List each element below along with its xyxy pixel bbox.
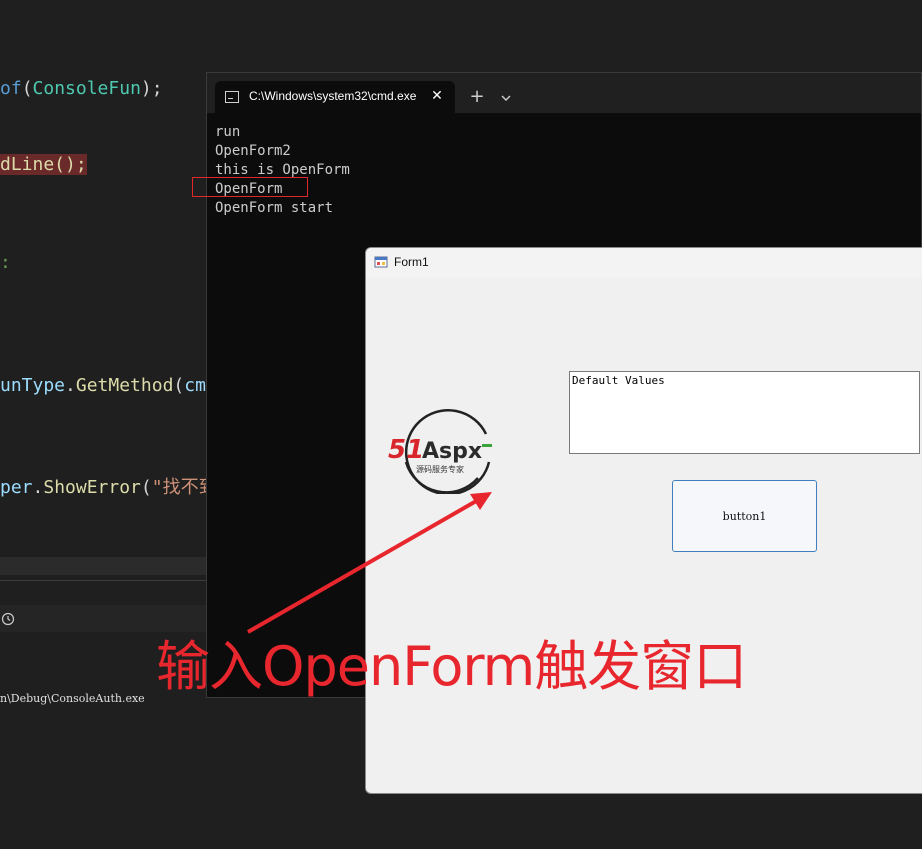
output-path-text: n\Debug\ConsoleAuth.exe xyxy=(0,692,145,705)
code-token: ConsoleFun xyxy=(32,78,141,99)
code-line-5: per.ShowError("找不到 xyxy=(0,473,217,499)
code-token: . xyxy=(32,477,44,498)
code-token: ( xyxy=(21,78,33,99)
chevron-down-icon[interactable] xyxy=(497,89,515,107)
code-token: ( xyxy=(140,477,152,498)
default-values-textbox[interactable]: Default Values xyxy=(569,371,920,454)
close-tab-icon[interactable]: ✕ xyxy=(427,86,447,106)
code-line-3: : xyxy=(0,252,11,273)
code-token: . xyxy=(65,375,76,396)
code-token: : xyxy=(0,252,11,273)
code-token: ); xyxy=(140,78,163,99)
form-app-icon xyxy=(374,256,388,268)
terminal-line: OpenForm start xyxy=(215,200,334,216)
form1-window[interactable]: Form1 51 Aspx 源码服务专家 Default Values butt… xyxy=(365,247,922,794)
terminal-line: OpenForm2 xyxy=(215,143,291,159)
logo-text-51: 51 xyxy=(388,435,424,465)
terminal-tab-title: C:\Windows\system32\cmd.exe xyxy=(249,89,417,103)
code-token: ShowError xyxy=(43,477,141,498)
history-clock-icon[interactable] xyxy=(1,612,15,626)
editor-horizontal-scrollbar[interactable] xyxy=(0,557,210,575)
annotation-caption: 输入OpenForm触发窗口 xyxy=(156,635,747,698)
terminal-tab[interactable]: C:\Windows\system32\cmd.exe ✕ xyxy=(215,81,455,113)
panel-divider[interactable] xyxy=(0,580,210,581)
code-line-2: dLine(); xyxy=(0,154,87,175)
logo-text-aspx: Aspx xyxy=(422,439,482,464)
annotation-highlight-box xyxy=(192,177,308,197)
code-token: ( xyxy=(173,375,185,396)
code-line-4: unType.GetMethod(cmd xyxy=(0,375,217,396)
logo-tagline: 源码服务专家 xyxy=(416,464,464,474)
form-titlebar[interactable]: Form1 xyxy=(366,248,922,278)
code-token: GetMethod xyxy=(75,375,174,396)
new-tab-button[interactable]: + xyxy=(467,87,487,107)
code-token-highlighted: dLine(); xyxy=(0,154,87,175)
form-title: Form1 xyxy=(394,255,429,269)
cmd-icon xyxy=(225,91,239,103)
terminal-output: run OpenForm2 this is OpenForm OpenForm … xyxy=(215,123,350,218)
51aspx-logo: 51 Aspx 源码服务专家 xyxy=(388,408,492,494)
code-line-1: of(ConsoleFun); xyxy=(0,78,163,99)
button1[interactable]: button1 xyxy=(672,480,817,552)
terminal-titlebar[interactable]: C:\Windows\system32\cmd.exe ✕ + xyxy=(207,73,921,113)
code-token: unType xyxy=(0,375,66,396)
code-token: per xyxy=(0,477,33,498)
terminal-line: run xyxy=(215,124,241,140)
code-token: of xyxy=(0,78,22,99)
